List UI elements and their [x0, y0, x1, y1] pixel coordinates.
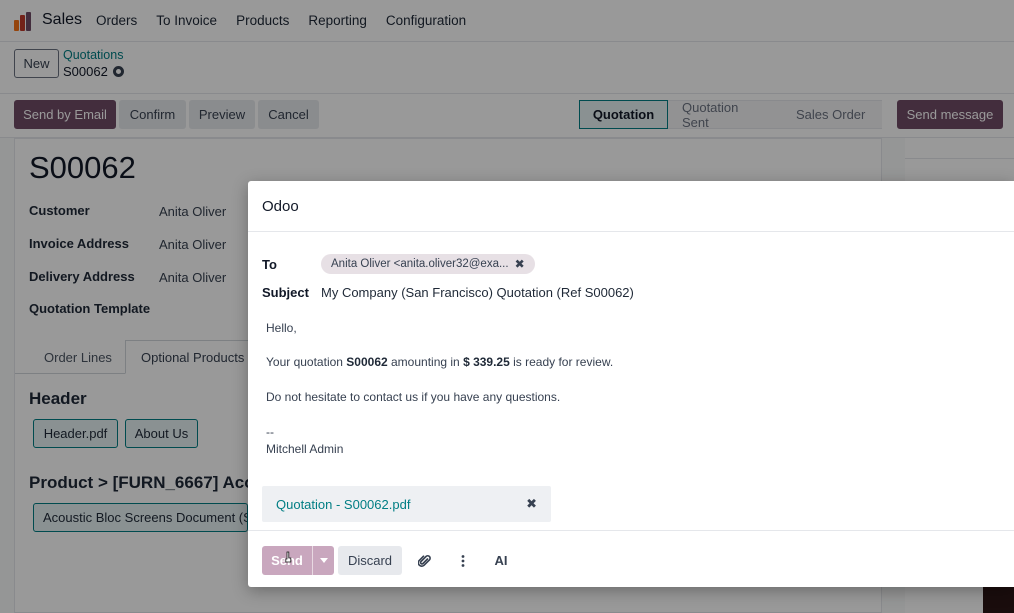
dialog-title: Odoo: [262, 198, 299, 215]
dialog-header: Odoo: [248, 181, 1014, 232]
recipient-label: Anita Oliver <anita.oliver32@exa...: [331, 258, 509, 270]
dialog-footer: Send Discard AI: [248, 530, 1014, 587]
recipient-tag[interactable]: Anita Oliver <anita.oliver32@exa... ✖: [321, 254, 535, 274]
paperclip-icon: [417, 554, 431, 567]
discard-button[interactable]: Discard: [338, 546, 402, 575]
vertical-ellipsis-icon: [461, 554, 465, 567]
mouse-cursor-icon: [285, 551, 292, 563]
body-signature-separator: --: [266, 425, 274, 439]
attachment-item: Quotation - S00062.pdf ✖: [262, 486, 551, 522]
subject-field[interactable]: My Company (San Francisco) Quotation (Re…: [321, 285, 634, 300]
body-greeting: Hello,: [266, 321, 297, 335]
body-signature: Mitchell Admin: [266, 442, 344, 456]
attach-file-button[interactable]: [414, 546, 434, 575]
body-contact-line: Do not hesitate to contact us if you hav…: [266, 390, 561, 404]
body-quotation-line: Your quotation S00062 amounting in $ 339…: [266, 355, 614, 369]
caret-down-icon: [319, 558, 328, 563]
remove-recipient-icon[interactable]: ✖: [515, 257, 525, 271]
more-options-button[interactable]: [453, 546, 473, 575]
to-label: To: [262, 257, 277, 272]
ai-button[interactable]: AI: [490, 546, 512, 575]
email-compose-dialog: Odoo To Anita Oliver <anita.oliver32@exa…: [248, 181, 1014, 587]
subject-label: Subject: [262, 285, 309, 300]
attachment-name[interactable]: Quotation - S00062.pdf: [276, 497, 410, 512]
remove-attachment-icon[interactable]: ✖: [526, 496, 537, 512]
send-options-dropdown[interactable]: [312, 546, 334, 575]
